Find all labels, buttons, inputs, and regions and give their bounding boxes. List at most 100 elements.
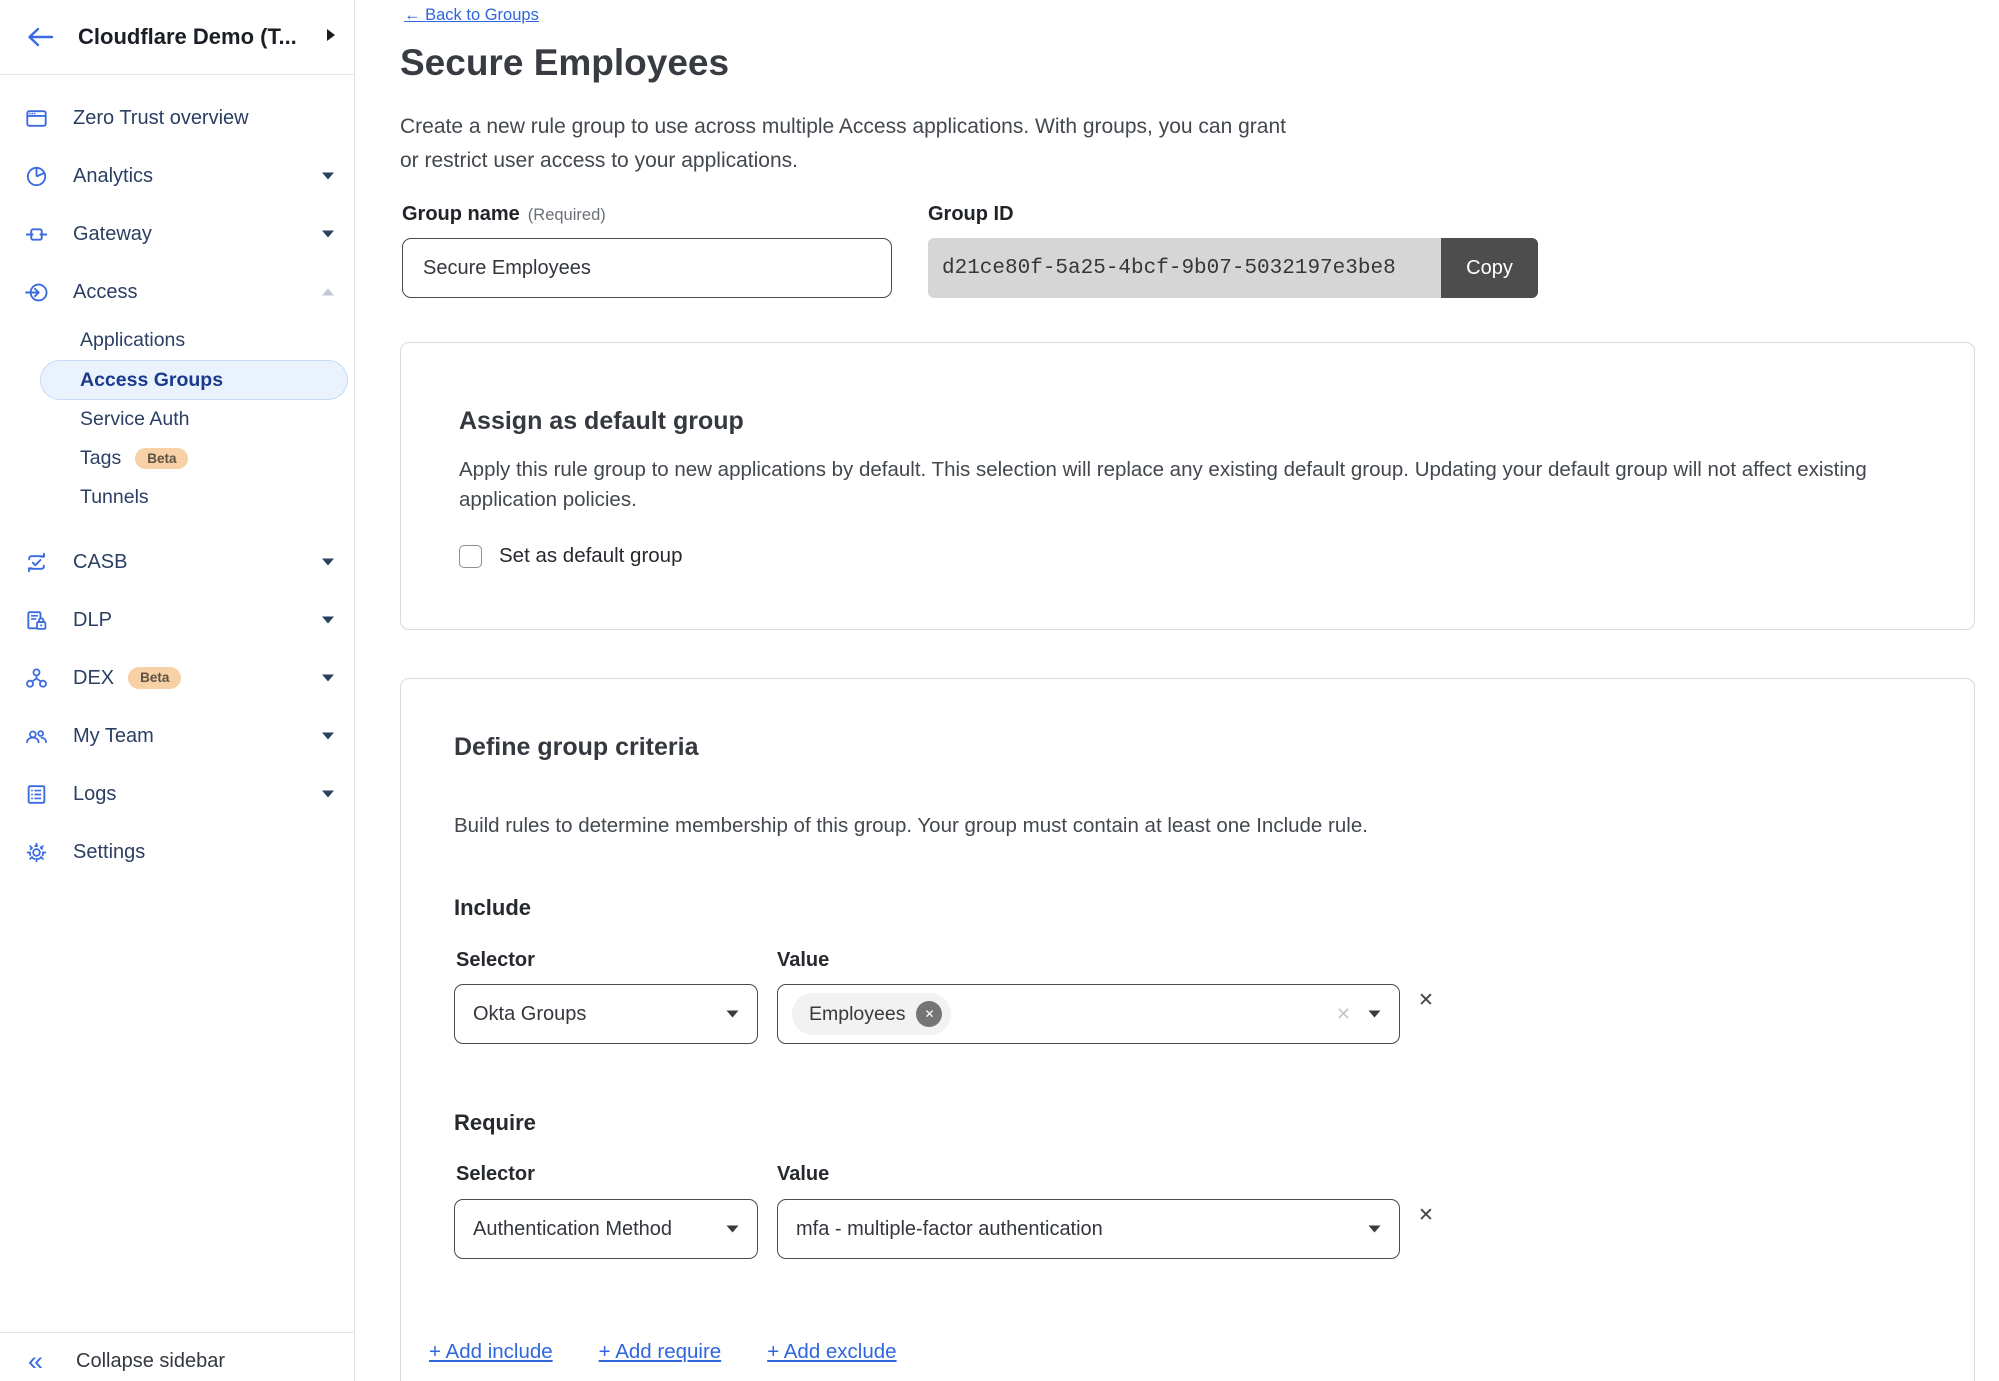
sidebar-item-dex[interactable]: DEX Beta (0, 649, 354, 707)
sidebar-item-casb[interactable]: CASB (0, 533, 354, 591)
sidebar-item-applications[interactable]: Applications (0, 321, 354, 360)
logs-icon (25, 783, 48, 806)
chip-label: Employees (809, 1003, 905, 1026)
card-description: Apply this rule group to new application… (459, 455, 1867, 515)
value-chip: Employees ✕ (792, 993, 951, 1035)
sidebar-item-logs[interactable]: Logs (0, 765, 354, 823)
sidebar-item-label: Analytics (73, 165, 153, 188)
sidebar-item-label: Service Auth (80, 408, 189, 431)
sidebar-item-label: Zero Trust overview (73, 107, 249, 130)
add-rule-links: + Add include + Add require + Add exclud… (429, 1340, 897, 1364)
include-value-multiselect[interactable]: Employees ✕ ✕ (777, 984, 1400, 1044)
chip-remove-icon[interactable]: ✕ (916, 1001, 942, 1027)
sidebar-header: Cloudflare Demo (T... (0, 0, 354, 75)
sidebar-item-gateway[interactable]: Gateway (0, 205, 354, 263)
chevron-down-icon[interactable] (322, 616, 334, 624)
dlp-icon (25, 609, 48, 632)
include-selector-dropdown[interactable]: Okta Groups (454, 984, 758, 1044)
sidebar-item-label: Tunnels (80, 486, 149, 509)
include-value-label: Value (777, 949, 829, 972)
chevron-down-icon[interactable] (322, 558, 334, 566)
selected-value: mfa - multiple-factor authentication (796, 1218, 1103, 1241)
remove-require-rule-icon[interactable]: ✕ (1418, 1204, 1434, 1227)
require-selector-dropdown[interactable]: Authentication Method (454, 1199, 758, 1259)
card-description-line2: application policies. (459, 485, 1867, 515)
require-selector-label: Selector (456, 1163, 535, 1186)
sidebar-item-service-auth[interactable]: Service Auth (0, 400, 354, 439)
collapse-chevrons-icon: « (28, 1348, 43, 1375)
chevron-up-icon[interactable] (322, 288, 334, 296)
default-group-card: Assign as default group Apply this rule … (400, 342, 1975, 630)
account-name: Cloudflare Demo (T... (78, 24, 320, 50)
back-arrow-icon[interactable] (26, 22, 56, 52)
sidebar-item-label: My Team (73, 725, 154, 748)
group-name-label-text: Group name (402, 203, 520, 225)
group-id-label: Group ID (928, 203, 1014, 226)
casb-icon (25, 551, 48, 574)
dropdown-caret-icon (1368, 1225, 1381, 1233)
page-description-line2: or restrict user access to your applicat… (400, 144, 1286, 178)
dropdown-caret-icon (726, 1225, 739, 1233)
chevron-down-icon[interactable] (322, 674, 334, 682)
set-default-group-checkbox[interactable] (459, 545, 482, 568)
sidebar-item-label: DEX (73, 667, 114, 690)
gear-icon (25, 841, 48, 864)
clear-values-icon[interactable]: ✕ (1336, 1004, 1351, 1025)
group-id-value: d21ce80f-5a25-4bcf-9b07-5032197e3be8 (928, 238, 1441, 298)
require-value-dropdown[interactable]: mfa - multiple-factor authentication (777, 1199, 1400, 1259)
add-include-link[interactable]: + Add include (429, 1340, 553, 1364)
group-criteria-card: Define group criteria Build rules to det… (400, 678, 1975, 1381)
copy-button[interactable]: Copy (1441, 238, 1538, 298)
chevron-down-icon[interactable] (322, 790, 334, 798)
page-description-line1: Create a new rule group to use across mu… (400, 110, 1286, 144)
collapse-label: Collapse sidebar (76, 1350, 225, 1373)
group-name-input[interactable] (402, 238, 892, 298)
sidebar-item-access-groups[interactable]: Access Groups (40, 360, 348, 400)
sidebar-item-zero-trust-overview[interactable]: Zero Trust overview (0, 89, 354, 147)
sidebar-item-tags[interactable]: Tags Beta (0, 439, 354, 478)
add-exclude-link[interactable]: + Add exclude (767, 1340, 896, 1364)
sidebar-item-dlp[interactable]: DLP (0, 591, 354, 649)
collapse-sidebar-button[interactable]: « Collapse sidebar (28, 1348, 225, 1375)
back-to-groups-link[interactable]: ← Back to Groups (404, 6, 539, 25)
access-icon (25, 281, 48, 304)
group-name-label: Group name (Required) (402, 203, 606, 226)
add-require-link[interactable]: + Add require (599, 1340, 722, 1364)
sidebar-item-label: Access (73, 281, 137, 304)
include-heading: Include (454, 895, 531, 921)
sidebar-nav: Zero Trust overview Analytics Gateway (0, 75, 354, 881)
remove-include-rule-icon[interactable]: ✕ (1418, 989, 1434, 1012)
checkbox-label: Set as default group (499, 544, 683, 568)
zero-trust-dashboard: Cloudflare Demo (T... Zero Trust overvie… (0, 0, 1999, 1381)
sidebar-item-label: CASB (73, 551, 127, 574)
sidebar-item-my-team[interactable]: My Team (0, 707, 354, 765)
account-expand-icon[interactable] (326, 28, 336, 47)
require-heading: Require (454, 1110, 536, 1136)
sidebar-item-settings[interactable]: Settings (0, 823, 354, 881)
analytics-icon (25, 165, 48, 188)
sidebar-item-access[interactable]: Access (0, 263, 354, 321)
dropdown-caret-icon (726, 1010, 739, 1018)
dex-icon (25, 667, 48, 690)
sidebar-item-tunnels[interactable]: Tunnels (0, 478, 354, 517)
overview-icon (25, 107, 48, 130)
require-value-label: Value (777, 1163, 829, 1186)
sidebar-item-label: DLP (73, 609, 112, 632)
back-link-label: Back to Groups (425, 6, 539, 24)
sidebar-item-analytics[interactable]: Analytics (0, 147, 354, 205)
selected-value: Authentication Method (473, 1218, 672, 1241)
sidebar-item-label: Access Groups (80, 369, 223, 392)
card-description: Build rules to determine membership of t… (454, 811, 1368, 841)
sidebar-item-label: Logs (73, 783, 116, 806)
card-description-line1: Apply this rule group to new application… (459, 455, 1867, 485)
group-id-row: d21ce80f-5a25-4bcf-9b07-5032197e3be8 Cop… (928, 238, 1538, 298)
dropdown-caret-icon (1368, 1010, 1381, 1018)
chevron-down-icon[interactable] (322, 732, 334, 740)
main-content: ← Back to Groups Secure Employees Create… (355, 0, 1999, 1381)
chevron-down-icon[interactable] (322, 230, 334, 238)
required-hint: (Required) (528, 206, 606, 224)
chevron-down-icon[interactable] (322, 172, 334, 180)
gateway-icon (25, 223, 48, 246)
sidebar: Cloudflare Demo (T... Zero Trust overvie… (0, 0, 355, 1381)
beta-badge: Beta (128, 667, 181, 689)
